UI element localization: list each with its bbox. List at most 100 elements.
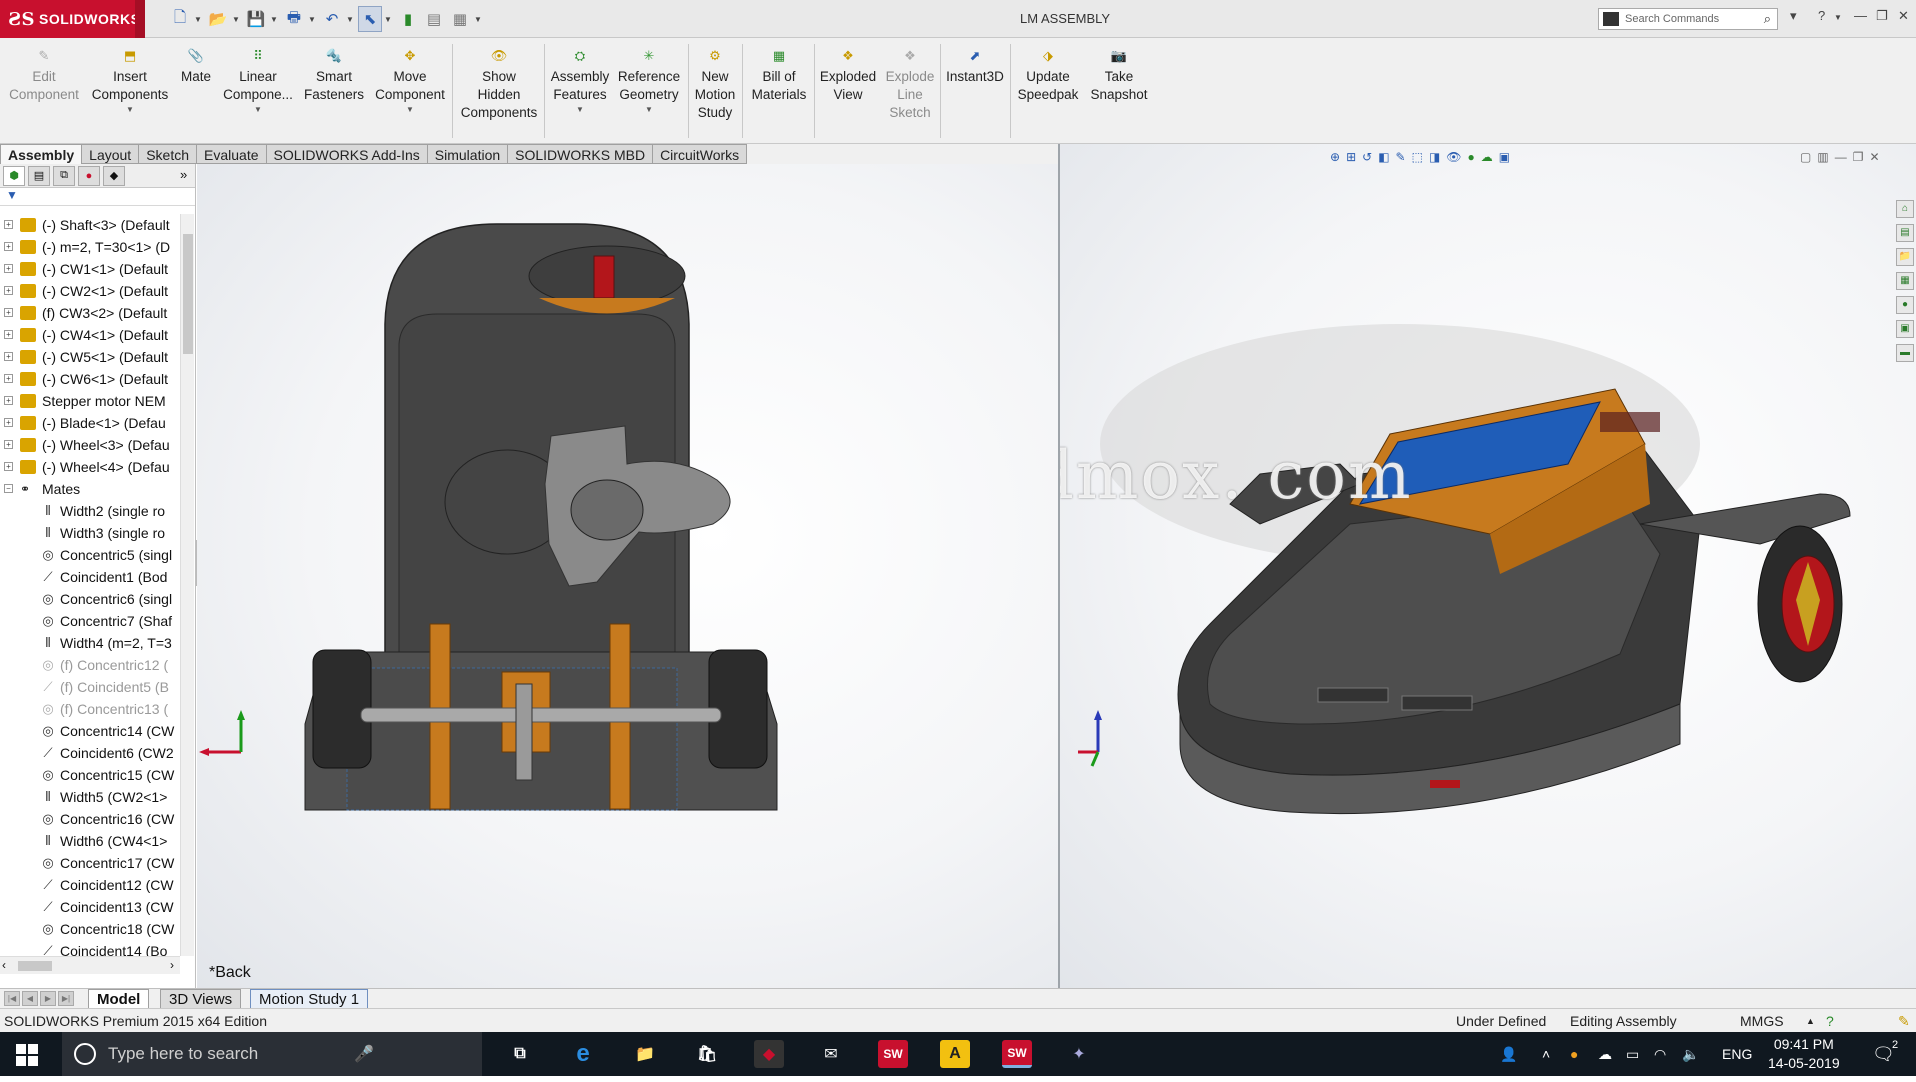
expand-icon[interactable]: + bbox=[4, 220, 13, 229]
tab-motion-study-1[interactable]: Motion Study 1 bbox=[250, 989, 369, 1009]
store-icon[interactable]: 🛍 bbox=[692, 1040, 722, 1068]
restore-icon[interactable]: ❐ bbox=[1876, 8, 1888, 24]
expand-icon[interactable]: + bbox=[4, 330, 13, 339]
help-dropdown-icon[interactable]: ▼ bbox=[1834, 13, 1842, 22]
taskbar-search[interactable]: Type here to search 🎤 bbox=[62, 1032, 482, 1076]
options-icon[interactable]: ▦ bbox=[448, 6, 472, 32]
tree-item-part[interactable]: + (-) m=2, T=30<1> (D bbox=[0, 236, 180, 258]
configuration-manager-tab-icon[interactable]: ⧉ bbox=[53, 165, 75, 186]
show-hidden-tray-icon[interactable]: ˄ bbox=[1542, 1032, 1550, 1076]
tree-item-mate[interactable]: ⫴ Width2 (single ro bbox=[0, 500, 180, 522]
tab-evaluate[interactable]: Evaluate bbox=[197, 144, 267, 164]
onedrive-icon[interactable]: ☁ bbox=[1598, 1032, 1612, 1076]
new-dropdown-icon[interactable]: ▼ bbox=[194, 6, 204, 32]
scroll-right-icon[interactable]: › bbox=[170, 958, 174, 972]
tree-item-part[interactable]: + (-) Wheel<3> (Defau bbox=[0, 434, 180, 456]
tree-item-part[interactable]: + (f) CW3<2> (Default bbox=[0, 302, 180, 324]
new-document-icon[interactable]: 🗋 bbox=[168, 6, 192, 32]
battery-icon[interactable]: ▭ bbox=[1626, 1032, 1639, 1076]
print-dropdown-icon[interactable]: ▼ bbox=[308, 6, 318, 32]
tree-item-mate[interactable]: ◎ Concentric5 (singl bbox=[0, 544, 180, 566]
tree-item-mate[interactable]: ◎ Concentric6 (singl bbox=[0, 588, 180, 610]
search-dropdown-icon[interactable]: ▾ bbox=[1790, 8, 1797, 24]
tree-item-mate[interactable]: ⫴ Width3 (single ro bbox=[0, 522, 180, 544]
file-properties-icon[interactable]: ▤ bbox=[422, 6, 446, 32]
save-icon[interactable]: 💾 bbox=[244, 6, 268, 32]
first-tab-icon[interactable]: |◀ bbox=[4, 991, 20, 1006]
tab-circuitworks[interactable]: CircuitWorks bbox=[653, 144, 748, 164]
tree-item-part[interactable]: + (-) Shaft<3> (Default bbox=[0, 214, 180, 236]
viewport-restore-icon[interactable]: ❐ bbox=[1853, 150, 1864, 164]
expand-panel-icon[interactable]: » bbox=[180, 167, 187, 182]
search-scope-icon[interactable] bbox=[1603, 12, 1619, 26]
taskbar-clock[interactable]: 09:41 PM 14-05-2019 bbox=[1768, 1035, 1840, 1073]
scrollbar-thumb[interactable] bbox=[183, 234, 193, 354]
viewport-close-icon[interactable]: ✕ bbox=[1869, 150, 1879, 164]
tree-item-mate[interactable]: ⟋ Coincident12 (CW bbox=[0, 874, 180, 896]
expand-icon[interactable]: + bbox=[4, 242, 13, 251]
units-selector[interactable]: MMGS bbox=[1740, 1009, 1784, 1033]
tree-item-mate[interactable]: ⟋ (f) Coincident5 (B bbox=[0, 676, 180, 698]
expand-icon[interactable]: + bbox=[4, 440, 13, 449]
file-explorer-taskbar-icon[interactable]: 📁 bbox=[630, 1040, 660, 1068]
zoom-to-area-icon[interactable]: ⊞ bbox=[1346, 150, 1356, 164]
windows-start-icon[interactable] bbox=[16, 1044, 38, 1066]
tray-app-icon[interactable]: ● bbox=[1570, 1032, 1578, 1076]
open-document-icon[interactable]: 📂 bbox=[206, 6, 230, 32]
tree-item-mate[interactable]: ⟋ Coincident6 (CW2 bbox=[0, 742, 180, 764]
search-commands-field[interactable]: Search Commands ⌕ bbox=[1598, 8, 1778, 30]
open-dropdown-icon[interactable]: ▼ bbox=[232, 6, 242, 32]
take-snapshot-button[interactable]: 📷 Take Snapshot bbox=[1084, 42, 1154, 104]
property-manager-tab-icon[interactable]: ▤ bbox=[28, 165, 50, 186]
display-manager-tab-icon[interactable]: ● bbox=[78, 165, 100, 186]
volume-icon[interactable]: 🔈 bbox=[1682, 1032, 1699, 1076]
viewport-back[interactable]: *Back bbox=[197, 164, 1058, 988]
solidworks-logo[interactable]: ƧS SOLIDWORKS bbox=[0, 0, 140, 38]
previous-view-icon[interactable]: ↺ bbox=[1362, 150, 1372, 164]
tab-sketch[interactable]: Sketch bbox=[139, 144, 198, 164]
tree-item-mate[interactable]: ⫴ Width5 (CW2<1> bbox=[0, 786, 180, 808]
tree-item-mate[interactable]: ⟋ Coincident14 (Bo bbox=[0, 940, 180, 956]
file-explorer-icon[interactable]: 📁 bbox=[1896, 248, 1914, 266]
view-palette-icon[interactable]: ▦ bbox=[1896, 272, 1914, 290]
wifi-icon[interactable]: ◠ bbox=[1654, 1032, 1666, 1076]
status-edit-icon[interactable]: ✎ bbox=[1898, 1009, 1910, 1033]
exploded-view-button[interactable]: ❖ Exploded View bbox=[816, 42, 880, 104]
tree-filter-icon[interactable]: ▼ bbox=[0, 188, 195, 206]
scrollbar-thumb[interactable] bbox=[18, 961, 52, 971]
edit-appearance-icon[interactable]: ● bbox=[1468, 150, 1475, 164]
minimize-icon[interactable]: — bbox=[1854, 8, 1867, 23]
scroll-left-icon[interactable]: ‹ bbox=[2, 958, 6, 972]
app-icon[interactable]: ✦ bbox=[1064, 1040, 1094, 1068]
tree-item-part[interactable]: + (-) CW6<1> (Default bbox=[0, 368, 180, 390]
design-library-icon[interactable]: ▤ bbox=[1896, 224, 1914, 242]
assembly-features-dropdown-icon[interactable]: ▼ bbox=[548, 104, 612, 116]
expand-icon[interactable]: + bbox=[4, 374, 13, 383]
appearances-icon[interactable]: ● bbox=[1896, 296, 1914, 314]
bill-of-materials-button[interactable]: ▦ Bill of Materials bbox=[746, 42, 812, 104]
tab-solidworks-add-ins[interactable]: SOLIDWORKS Add-Ins bbox=[266, 144, 428, 164]
mate-button[interactable]: 📎 Mate bbox=[176, 42, 216, 86]
options-dropdown-icon[interactable]: ▼ bbox=[474, 6, 484, 32]
prev-tab-icon[interactable]: ◀ bbox=[22, 991, 38, 1006]
apply-scene-icon[interactable]: ☁ bbox=[1481, 150, 1493, 164]
assembly-features-button[interactable]: ⛭ Assembly Features ▼ bbox=[548, 42, 612, 116]
expand-icon[interactable]: + bbox=[4, 462, 13, 471]
new-motion-study-button[interactable]: ⚙ New Motion Study bbox=[690, 42, 740, 122]
hide-show-items-icon[interactable]: 👁 bbox=[1446, 150, 1461, 164]
game-app-icon[interactable]: ◆ bbox=[754, 1040, 784, 1068]
tree-horizontal-scrollbar[interactable]: ‹ › bbox=[0, 956, 180, 974]
solidworks-resources-icon[interactable]: ⌂ bbox=[1896, 200, 1914, 218]
tree-vertical-scrollbar[interactable] bbox=[180, 214, 194, 956]
collapse-icon[interactable]: − bbox=[4, 484, 13, 493]
task-view-icon[interactable]: ⧉ bbox=[505, 1040, 535, 1068]
tree-item-part[interactable]: + (-) CW1<1> (Default bbox=[0, 258, 180, 280]
expand-icon[interactable]: + bbox=[4, 286, 13, 295]
tree-item-part[interactable]: + (-) CW2<1> (Default bbox=[0, 280, 180, 302]
tree-item-mate[interactable]: ◎ (f) Concentric12 ( bbox=[0, 654, 180, 676]
view-settings-icon[interactable]: ▣ bbox=[1499, 150, 1510, 164]
viewport-minimize-icon[interactable]: — bbox=[1835, 150, 1847, 164]
reference-geometry-dropdown-icon[interactable]: ▼ bbox=[614, 104, 684, 116]
move-component-button[interactable]: ✥ Move Component ▼ bbox=[370, 42, 450, 116]
help-icon[interactable]: ? bbox=[1818, 8, 1825, 23]
